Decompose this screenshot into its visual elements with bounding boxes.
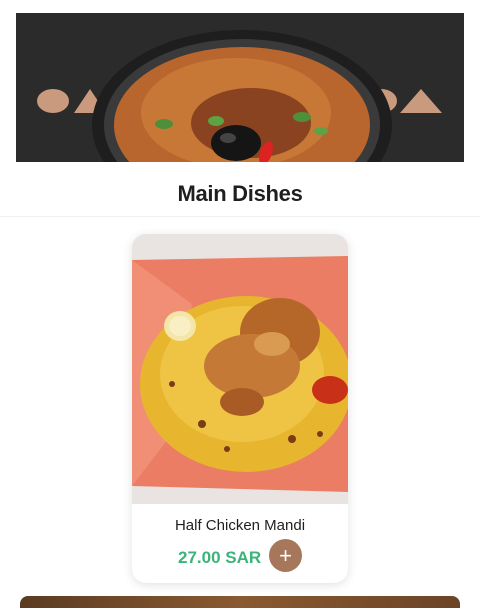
next-menu-item-card[interactable] xyxy=(20,596,460,608)
section-divider xyxy=(0,216,480,217)
ornament-triangle-right xyxy=(400,89,442,113)
ornament-left xyxy=(37,89,69,113)
menu-item-image xyxy=(132,234,348,504)
menu-item-price: 27.00 SAR xyxy=(178,548,262,567)
hero-banner-image xyxy=(16,13,464,162)
add-to-cart-button[interactable]: + xyxy=(269,539,302,572)
menu-item-name: Half Chicken Mandi xyxy=(174,517,306,534)
banner-illustration xyxy=(37,30,442,162)
section-title: Main Dishes xyxy=(177,181,303,206)
menu-item-card[interactable]: Half Chicken Mandi 27.00 SAR + xyxy=(132,234,348,583)
